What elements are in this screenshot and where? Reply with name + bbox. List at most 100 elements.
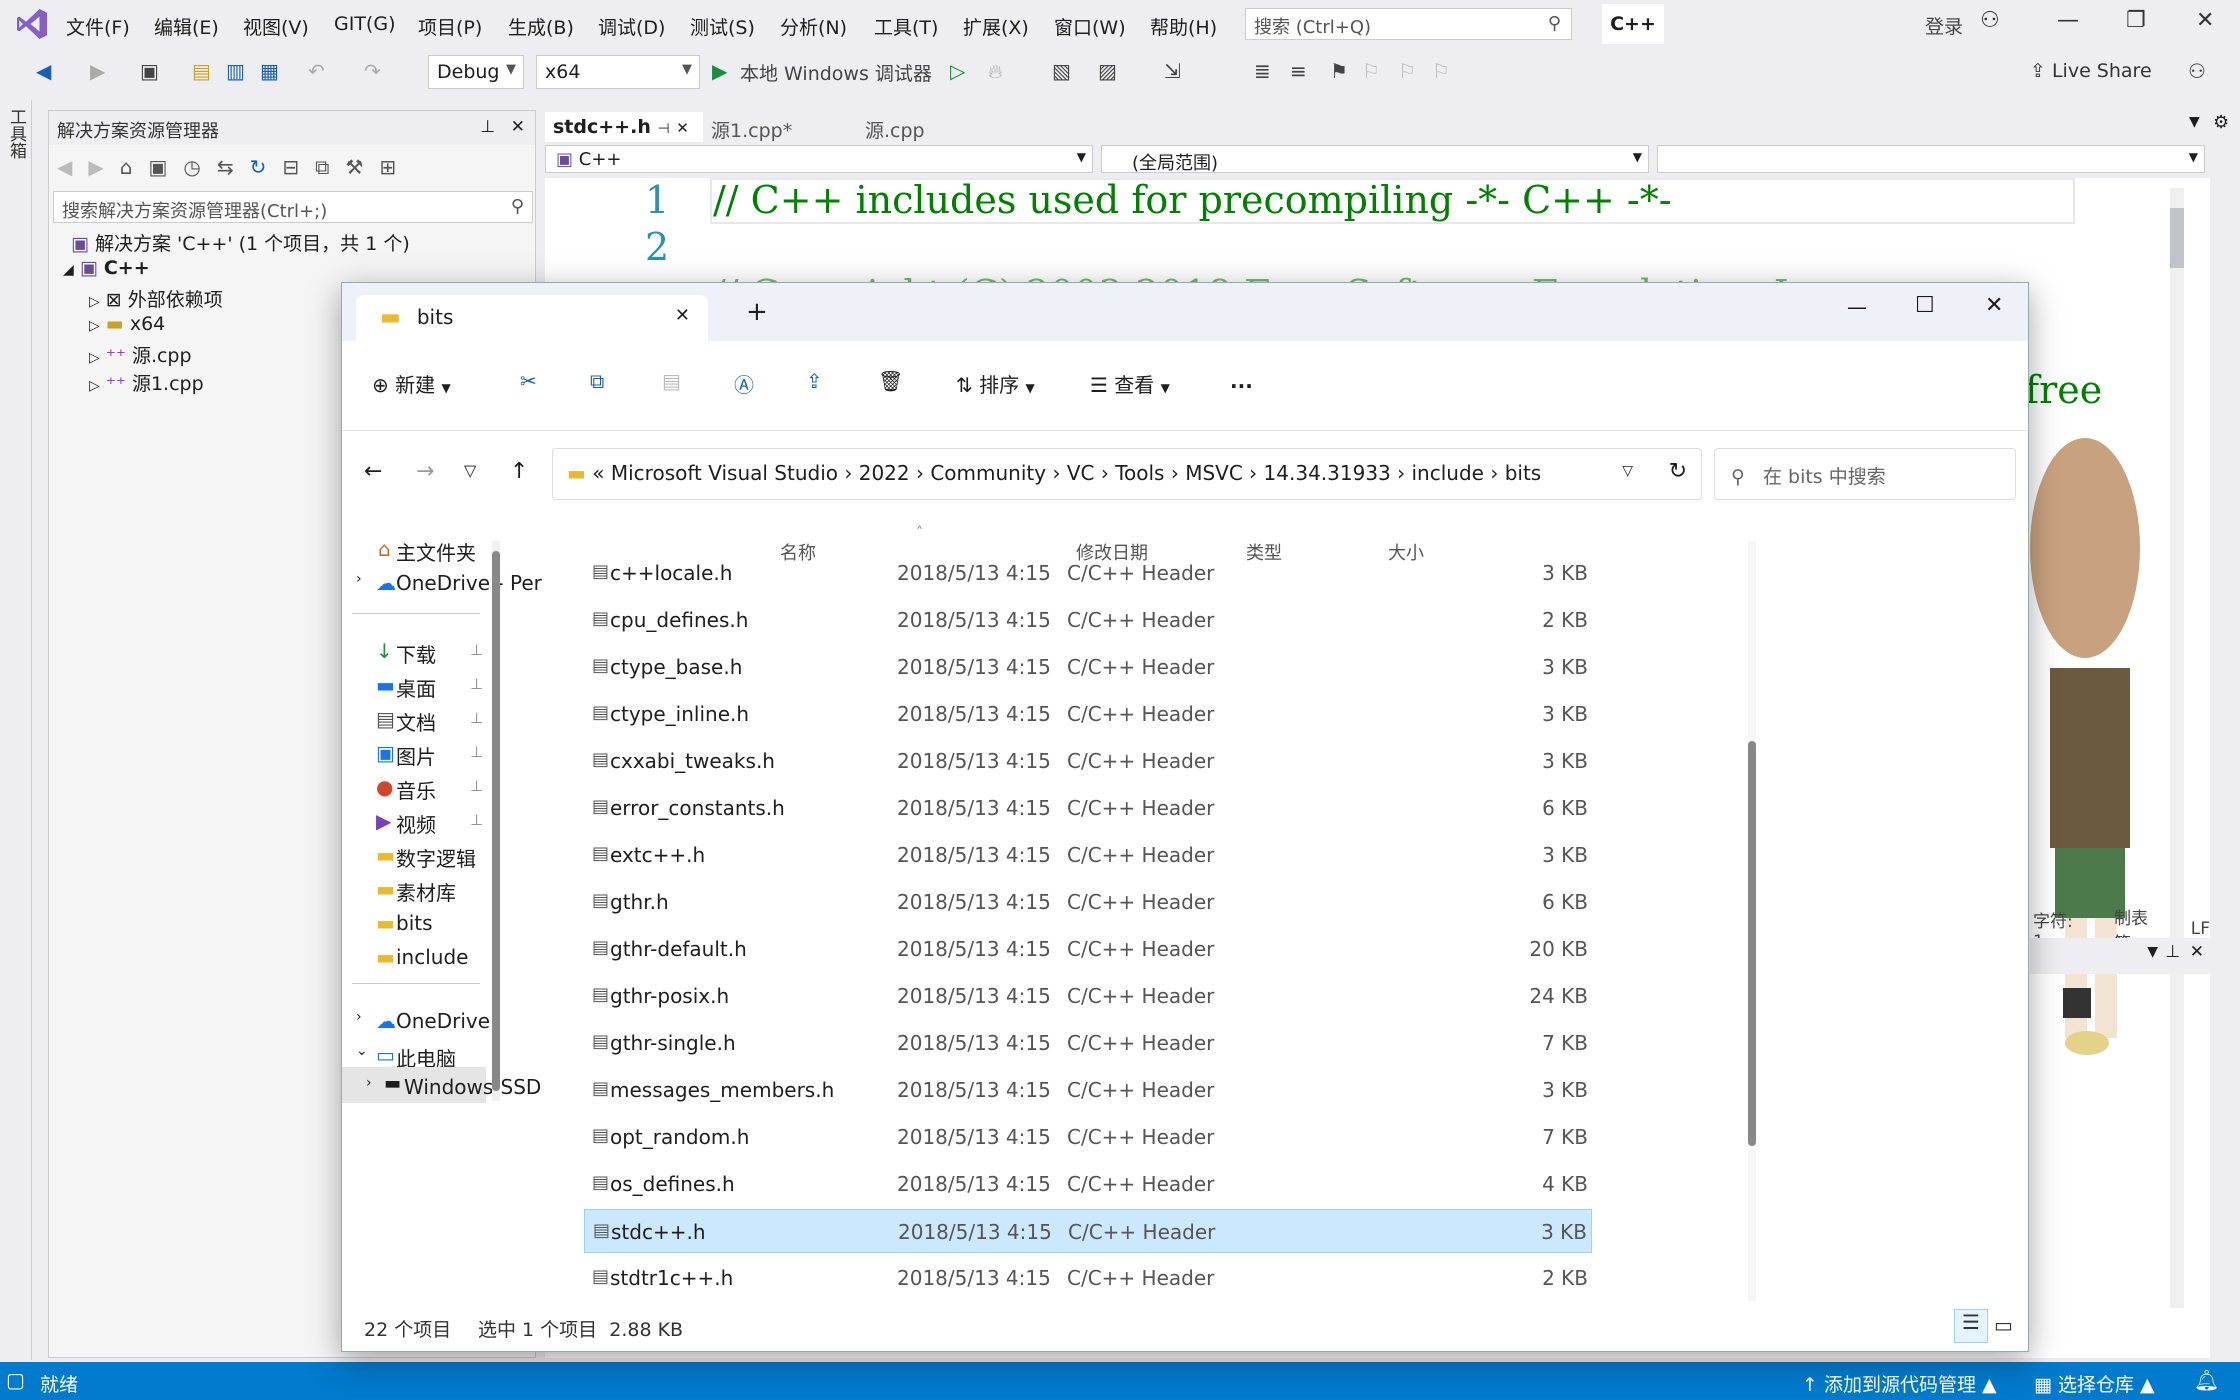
member-nav-select[interactable]: ▼ (1657, 145, 2205, 173)
breadcrumb-item[interactable]: Tools (1115, 461, 1164, 485)
file-row[interactable]: ▤ gthr-posix.h 2018/5/13 4:15 C/C++ Header 2… (584, 974, 1592, 1018)
file-row[interactable]: ▤ c++locale.h 2018/5/13 4:15 C/C++ Header 3 … (584, 551, 1592, 595)
browse-icon[interactable]: ▧ (1052, 59, 1071, 83)
menu-build[interactable]: 生成(B) (508, 13, 574, 40)
delete-icon[interactable]: 🗑︎ (878, 369, 903, 393)
nav-music[interactable]: 音乐 (396, 775, 436, 804)
file-list-scrollbar[interactable] (1748, 541, 1756, 1301)
start-debug-icon[interactable]: ▶ (712, 59, 727, 83)
forward-icon[interactable]: ▶ (88, 155, 103, 179)
nav-downloads[interactable]: 下载 (396, 639, 436, 668)
breadcrumb-item[interactable]: VC (1067, 461, 1095, 485)
tab-source1[interactable]: 源1.cpp* (703, 112, 853, 142)
file-row[interactable]: ▤ stdc++.h 2018/5/13 4:15 C/C++ Header 3 KB (584, 1209, 1592, 1253)
close-panel-icon[interactable]: ✕ (2190, 942, 2204, 962)
nav-folder-digital-logic[interactable]: 数字逻辑 (396, 843, 476, 872)
clear-bookmark-icon[interactable]: ⚐ (1432, 59, 1450, 83)
show-all-files-icon[interactable]: ⧉ (315, 155, 329, 179)
nav-desktop[interactable]: 桌面 (396, 673, 436, 702)
restore-icon[interactable]: ❐ (2126, 8, 2146, 33)
menu-test[interactable]: 测试(S) (690, 13, 755, 40)
details-view-icon[interactable]: ☰ (1954, 1309, 1988, 1343)
prev-bookmark-icon[interactable]: ⚐ (1362, 59, 1380, 83)
indent-icon[interactable]: ≣ (1254, 59, 1271, 83)
nav-onedrive-personal[interactable]: OneDrive - Per (396, 571, 542, 595)
properties-icon[interactable]: ⚒ (345, 155, 363, 179)
tree-item-source[interactable]: ▷ ⁺⁺ 源.cpp (89, 341, 192, 368)
redo-icon[interactable]: ↷ (364, 59, 381, 83)
close-icon[interactable]: ✕ (2196, 8, 2214, 33)
preview-icon[interactable]: ⊞ (379, 155, 396, 179)
pin-icon[interactable]: ⊣ (657, 121, 669, 137)
bookmark-icon[interactable]: ⚑ (1330, 59, 1348, 83)
account-icon[interactable]: ⚇ (1980, 8, 2000, 33)
tiles-view-icon[interactable]: ▭ (1994, 1313, 2013, 1337)
file-row[interactable]: ▤ messages_members.h 2018/5/13 4:15 C/C++ H… (584, 1068, 1592, 1112)
nav-folder-include[interactable]: include (396, 945, 468, 969)
cut-icon[interactable]: ✂ (520, 369, 537, 393)
menu-extensions[interactable]: 扩展(X) (963, 13, 1029, 40)
pin-icon[interactable]: ⊥ (470, 811, 483, 829)
new-project-icon[interactable]: ▣ (140, 59, 159, 83)
back-icon[interactable]: ◀ (36, 59, 51, 83)
open-file-icon[interactable]: ▤ (192, 59, 211, 83)
chevron-right-icon[interactable]: › (356, 571, 362, 587)
explorer-search-input[interactable]: ⚲ 在 bits 中搜索 (1714, 448, 2016, 500)
project-nav-select[interactable]: ▣ C++ ▼ (545, 145, 1093, 173)
scroll-thumb[interactable] (2170, 208, 2184, 268)
platform-select[interactable]: x64 ▼ (536, 55, 700, 89)
menu-help[interactable]: 帮助(H) (1150, 13, 1217, 40)
nav-drive-row[interactable]: › ▬ Windows-SSD (342, 1067, 541, 1103)
solution-search-input[interactable]: 搜索解决方案资源管理器(Ctrl+;) ⚲ (53, 191, 533, 223)
back-icon[interactable]: ◀ (57, 155, 72, 179)
global-search-input[interactable]: 搜索 (Ctrl+Q) ⚲ (1245, 8, 1572, 40)
add-to-source-control[interactable]: ↑ 添加到源代码管理 ▲ (1802, 1370, 1997, 1397)
new-button[interactable]: ⊕ 新建 ▼ (372, 369, 451, 398)
nav-onedrive[interactable]: OneDrive (396, 1009, 490, 1033)
nav-videos[interactable]: 视频 (396, 809, 436, 838)
pending-changes-icon[interactable]: ◷ (183, 155, 200, 179)
breadcrumb-item[interactable]: 2022 (859, 461, 910, 485)
tree-item-x64[interactable]: ▷ ▬ x64 (89, 313, 165, 335)
live-share-button[interactable]: ⇪ Live Share (2030, 60, 2152, 82)
refresh-icon[interactable]: ↻ (250, 155, 267, 179)
maximize-icon[interactable]: ☐ (1915, 293, 1935, 318)
chevron-right-icon[interactable]: › (366, 1075, 372, 1091)
pin-icon[interactable]: ⊥ (480, 117, 495, 137)
pin-icon[interactable]: ⊥ (470, 709, 483, 727)
file-row[interactable]: ▤ stdtr1c++.h 2018/5/13 4:15 C/C++ Header 2 … (584, 1256, 1592, 1300)
file-row[interactable]: ▤ extc++.h 2018/5/13 4:15 C/C++ Header 3 KB (584, 833, 1592, 877)
login-button[interactable]: 登录 (1925, 12, 1963, 39)
new-tab-icon[interactable]: + (746, 297, 768, 327)
paste-icon[interactable]: ▤ (662, 369, 681, 393)
nav-scrollbar[interactable] (492, 541, 500, 1101)
tab-source[interactable]: 源.cpp (857, 112, 1007, 142)
recent-locations-icon[interactable]: ▽ (464, 461, 476, 480)
next-bookmark-icon[interactable]: ⚐ (1398, 59, 1416, 83)
tree-item-source1[interactable]: ▷ ⁺⁺ 源1.cpp (89, 369, 204, 396)
tab-list-icon[interactable]: ▼ (2189, 114, 2200, 130)
nav-pictures[interactable]: 图片 (396, 741, 436, 770)
scope-nav-select[interactable]: (全局范围) ▼ (1101, 145, 1649, 174)
breadcrumb-item[interactable]: bits (1505, 461, 1542, 485)
collapse-all-icon[interactable]: ⊟ (282, 155, 299, 179)
visual-studio-logo-icon[interactable] (14, 6, 50, 42)
view-button[interactable]: ☰ 查看 ▼ (1090, 369, 1170, 398)
feedback-icon[interactable]: ⚇ (2188, 59, 2206, 83)
pin-icon[interactable]: ⊥ (470, 675, 483, 693)
forward-icon[interactable]: ▶ (90, 59, 105, 83)
chevron-right-icon[interactable]: › (356, 1009, 362, 1025)
refresh-icon[interactable]: ↻ (1669, 459, 1687, 484)
project-node[interactable]: ◢ ▣ C++ (63, 257, 150, 279)
save-all-icon[interactable]: ▦ (260, 59, 279, 83)
nav-home[interactable]: 主文件夹 (396, 537, 476, 566)
close-tab-icon[interactable]: ✕ (676, 119, 689, 137)
toolbox-tab[interactable]: 工具箱 (4, 108, 29, 159)
file-row[interactable]: ▤ gthr-default.h 2018/5/13 4:15 C/C++ Heade… (584, 927, 1592, 971)
switch-view-icon[interactable]: ▣ (148, 155, 167, 179)
back-icon[interactable]: ← (364, 459, 382, 484)
file-row[interactable]: ▤ error_constants.h 2018/5/13 4:15 C/C++ He… (584, 786, 1592, 830)
menu-debug[interactable]: 调试(D) (598, 13, 665, 40)
config-select[interactable]: Debug ▼ (428, 55, 524, 89)
menu-project[interactable]: 项目(P) (418, 13, 482, 40)
